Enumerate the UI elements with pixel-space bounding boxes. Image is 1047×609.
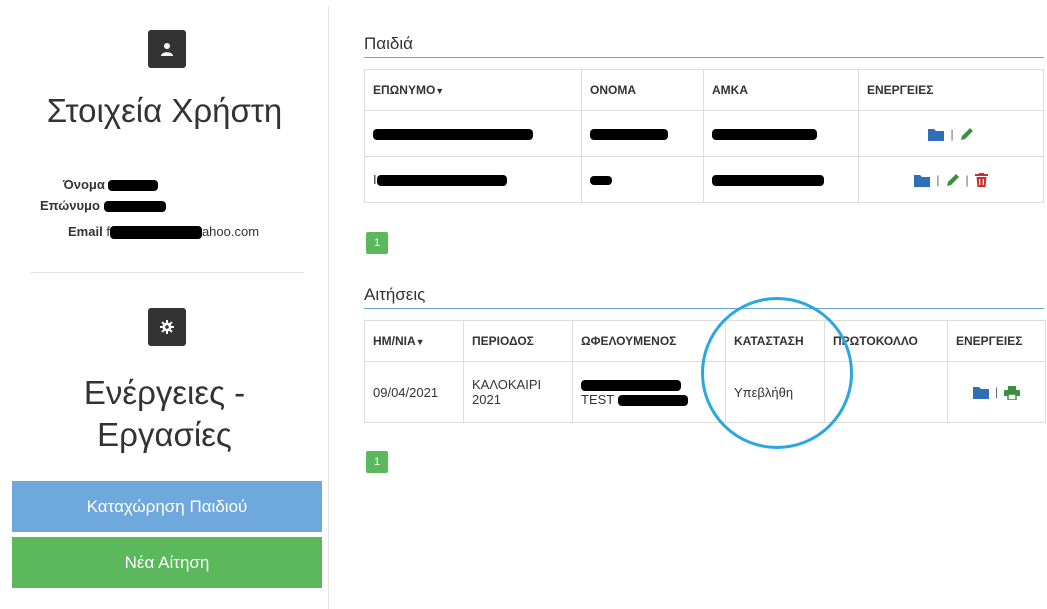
name-label: Όνομα	[63, 177, 105, 192]
children-pagination-page[interactable]: 1	[366, 232, 388, 254]
cell-amka	[703, 110, 859, 157]
redacted-surname	[376, 175, 507, 187]
pencil-icon[interactable]	[946, 173, 960, 187]
redacted-amka	[712, 175, 824, 187]
cell-surname: I	[364, 156, 582, 203]
pencil-icon[interactable]	[960, 127, 974, 141]
cell-protocol	[824, 361, 948, 423]
cell-period: ΚΑΛΟΚΑΙΡΙ 2021	[463, 361, 573, 423]
cell-name	[581, 156, 704, 203]
gear-icon	[148, 308, 186, 346]
register-child-button[interactable]: Καταχώρηση Παιδιού	[12, 481, 322, 532]
user-surname-row: Επώνυμο	[40, 198, 166, 213]
applications-section-title: Αιτήσεις	[364, 285, 1044, 309]
redacted-beneficiary-surname	[617, 395, 688, 407]
actions-title-line1: Ενέργειες -	[83, 374, 246, 411]
folder-icon[interactable]	[972, 386, 989, 400]
cell-status: Υπεβλήθη	[725, 361, 825, 423]
folder-icon[interactable]	[928, 128, 945, 141]
col-protocol: ΠΡΩΤΟΚΟΛΛΟ	[824, 320, 948, 362]
user-name-row: Όνομα	[63, 177, 159, 192]
applications-pagination-page[interactable]: 1	[366, 451, 388, 473]
redacted-surname	[103, 201, 166, 213]
actions-title: Ενέργειες - Εργασίες	[0, 372, 329, 456]
col-name: ΟΝΟΜΑ	[581, 69, 704, 111]
table-row: 09/04/2021 ΚΑΛΟΚΑΙΡΙ 2021 TEST Υπεβλήθη |	[364, 361, 1046, 423]
col-status: ΚΑΤΑΣΤΑΣΗ	[725, 320, 825, 362]
trash-icon[interactable]	[974, 173, 988, 188]
children-section-title: Παιδιά	[364, 34, 1044, 58]
cell-date: 09/04/2021	[364, 361, 464, 423]
sidebar-divider	[30, 272, 304, 273]
surname-label: Επώνυμο	[40, 198, 100, 213]
new-application-button[interactable]: Νέα Αίτηση	[12, 537, 322, 588]
redacted-name	[590, 176, 612, 186]
sort-caret-icon: ▼	[435, 85, 445, 96]
folder-icon[interactable]	[914, 174, 931, 187]
col-actions: ΕΝΕΡΓΕΙΕΣ	[858, 69, 1044, 111]
col-period: ΠΕΡΙΟΔΟΣ	[463, 320, 573, 362]
redacted-name	[108, 180, 159, 192]
redacted-name	[590, 129, 668, 141]
cell-beneficiary: TEST	[572, 361, 726, 423]
user-details-title: Στοιχεία Χρήστη	[46, 92, 283, 129]
applications-header-row: ΗΜ/ΝΙΑ▼ ΠΕΡΙΟΔΟΣ ΩΦΕΛΟΥΜΕΝΟΣ ΚΑΤΑΣΤΑΣΗ Π…	[364, 320, 1046, 362]
cell-actions: |	[858, 110, 1044, 157]
cell-actions: | |	[858, 156, 1044, 203]
table-row: |	[364, 110, 1044, 157]
redacted-amka	[712, 129, 817, 141]
col-date[interactable]: ΗΜ/ΝΙΑ▼	[364, 320, 464, 362]
col-beneficiary: ΩΦΕΛΟΥΜΕΝΟΣ	[572, 320, 726, 362]
cell-amka	[703, 156, 859, 203]
children-table: ΕΠΩΝΥΜΟ▼ ΟΝΟΜΑ ΑΜΚΑ ΕΝΕΡΓΕΙΕΣ | I | |	[364, 69, 1044, 203]
cell-actions: |	[947, 361, 1046, 423]
print-icon[interactable]	[1004, 385, 1021, 400]
redacted-surname	[373, 129, 533, 141]
col-amka: ΑΜΚΑ	[703, 69, 859, 111]
user-email-row: Email f ahoo.com	[68, 224, 260, 240]
user-icon	[148, 30, 186, 68]
actions-title-line2: Εργασίες	[97, 416, 232, 453]
col-surname[interactable]: ΕΠΩΝΥΜΟ▼	[364, 69, 582, 111]
email-label: Email	[68, 224, 103, 239]
redacted-email	[109, 226, 202, 240]
applications-table: ΗΜ/ΝΙΑ▼ ΠΕΡΙΟΔΟΣ ΩΦΕΛΟΥΜΕΝΟΣ ΚΑΤΑΣΤΑΣΗ Π…	[364, 320, 1046, 423]
col-actions: ΕΝΕΡΓΕΙΕΣ	[947, 320, 1046, 362]
sidebar: Στοιχεία Χρήστη Όνομα Επώνυμο Email f aho…	[0, 6, 329, 609]
cell-surname	[364, 110, 582, 157]
email-suffix: ahoo.com	[201, 224, 260, 239]
redacted-beneficiary	[581, 380, 681, 392]
cell-name	[581, 110, 704, 157]
sort-caret-icon: ▼	[415, 336, 425, 347]
table-row: I | |	[364, 156, 1044, 203]
children-header-row: ΕΠΩΝΥΜΟ▼ ΟΝΟΜΑ ΑΜΚΑ ΕΝΕΡΓΕΙΕΣ	[364, 69, 1044, 111]
